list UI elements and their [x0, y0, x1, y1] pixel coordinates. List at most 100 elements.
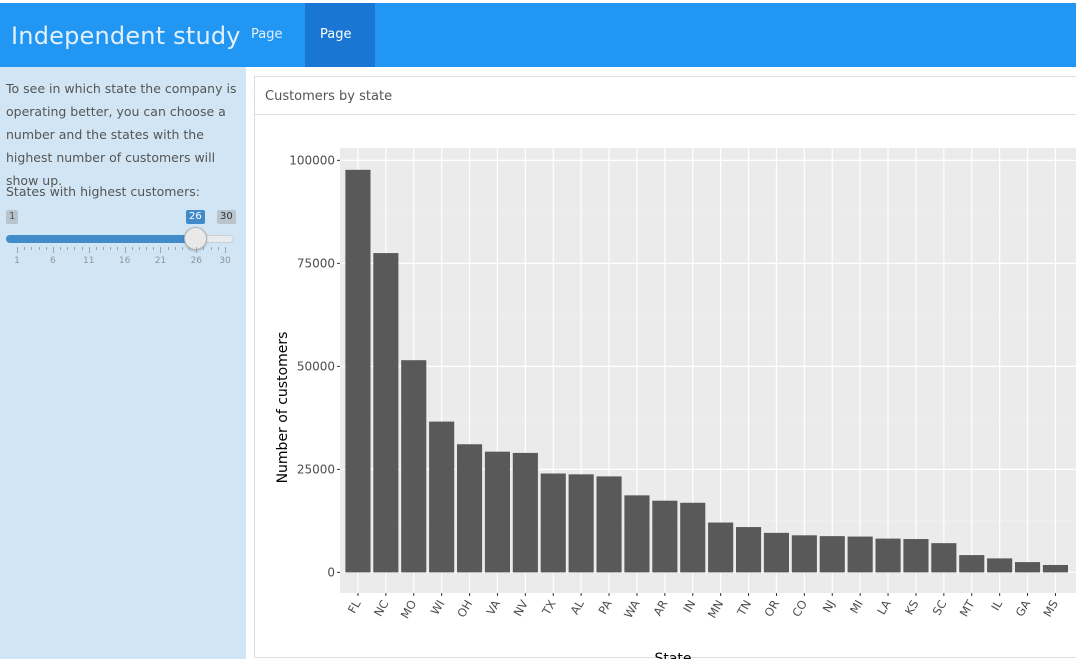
slider-label: States with highest customers: [6, 184, 200, 199]
slider-tick [117, 247, 119, 250]
x-tick-label: CO [789, 598, 810, 620]
slider-tick [24, 247, 26, 250]
x-tick-label: AR [650, 597, 670, 618]
y-tick-label: 50000 [297, 359, 335, 373]
y-tick-label: 75000 [297, 256, 335, 270]
slider-tick-label: 30 [219, 256, 231, 266]
x-tick-label: SC [930, 598, 950, 618]
slider-tick [160, 247, 162, 253]
tab-page-1[interactable]: Page 1 [236, 3, 305, 106]
bar [1014, 562, 1041, 573]
x-tick-label: TN [734, 598, 754, 619]
bar [819, 536, 845, 573]
slider-value-badge: 26 [186, 210, 205, 224]
bar [987, 558, 1013, 573]
x-tick-label: LA [874, 597, 893, 617]
x-tick-label: VA [483, 597, 503, 617]
x-axis-title: State [654, 651, 691, 659]
x-tick-label: PA [595, 597, 614, 616]
bar [373, 253, 399, 573]
x-tick-label: NV [511, 597, 531, 618]
slider-tick-label: 21 [154, 256, 167, 266]
sidebar-panel: To see in which state the company is ope… [0, 67, 246, 659]
bar [847, 536, 873, 573]
navbar: Independent study Page 1 Page 2 [0, 3, 1076, 106]
x-tick-label: MO [398, 598, 420, 621]
bar [931, 543, 957, 573]
bar [959, 555, 985, 573]
slider-tick [203, 247, 205, 250]
slider-tick [210, 247, 212, 250]
bar [401, 360, 427, 573]
slider-tick [95, 247, 97, 250]
slider-tick-label: 26 [190, 256, 203, 266]
slider-tick [67, 247, 69, 250]
app-brand: Independent study [11, 22, 241, 50]
slider-tick [110, 247, 112, 250]
bar [652, 500, 678, 573]
x-tick-label: GA [1013, 597, 1034, 619]
bar [875, 538, 901, 573]
slider-tick [81, 247, 83, 250]
bar [512, 452, 538, 573]
panel-title: Customers by state [265, 89, 393, 104]
bar [429, 421, 455, 573]
x-tick-label: MI [847, 598, 866, 617]
y-tick-label: 0 [327, 565, 335, 579]
bar [791, 535, 817, 573]
bar [763, 532, 790, 573]
x-tick-label: MS [1040, 598, 1061, 620]
slider-tick [181, 247, 183, 250]
bar [456, 444, 483, 573]
x-tick-label: NJ [820, 598, 838, 615]
slider-tick [52, 247, 54, 253]
y-tick-label: 25000 [297, 462, 335, 476]
slider-tick-label: 11 [82, 256, 95, 266]
x-tick-label: WI [428, 598, 448, 618]
slider-tick [131, 247, 133, 250]
slider-tick-label: 6 [49, 256, 56, 266]
sidebar-description: To see in which state the company is ope… [6, 81, 237, 188]
x-tick-label: IL [988, 597, 1005, 613]
slider-tick [103, 247, 105, 250]
slider-tick [196, 247, 198, 253]
slider-tick-label: 1 [14, 256, 20, 266]
bar [540, 473, 566, 573]
slider-tick [153, 247, 155, 250]
slider-max-badge: 30 [217, 210, 236, 224]
x-tick-label: TX [539, 597, 559, 618]
slider-tick [45, 247, 47, 250]
slider-tick [88, 247, 90, 253]
bar [568, 474, 594, 573]
slider-tick [174, 247, 176, 250]
slider-min-badge: 1 [6, 210, 19, 224]
x-tick-label: AL [567, 597, 587, 617]
slider-tick [189, 247, 191, 250]
slider-tick-label: 16 [118, 256, 131, 266]
x-tick-label: OR [761, 597, 782, 619]
slider-fill [6, 235, 195, 243]
x-tick-label: NC [371, 598, 391, 619]
x-tick-label: OH [454, 598, 475, 620]
customers-bar-chart: 0 25000 50000 75000 100000 FL NC MO WI OH VA NV TX AL… [275, 148, 1076, 659]
slider-tick [31, 247, 33, 250]
bar [903, 539, 929, 573]
y-tick-label: 100000 [289, 153, 335, 167]
slider-tick [17, 247, 18, 253]
slider-tick [217, 247, 219, 250]
slider-tick [74, 247, 76, 250]
x-tick-label: IN [680, 598, 698, 615]
bar [345, 169, 371, 573]
slider-tick [138, 247, 140, 250]
bar [680, 502, 706, 573]
slider-tick [167, 247, 169, 250]
bar [735, 527, 762, 573]
x-tick-label: KS [902, 598, 922, 618]
slider-tick [60, 247, 62, 250]
bar [624, 495, 650, 573]
bar [484, 451, 511, 573]
slider-tick [225, 247, 226, 253]
bar [708, 522, 734, 573]
panel-header: Customers by state [255, 77, 1076, 115]
tab-page-2[interactable]: Page 2 [305, 3, 375, 106]
